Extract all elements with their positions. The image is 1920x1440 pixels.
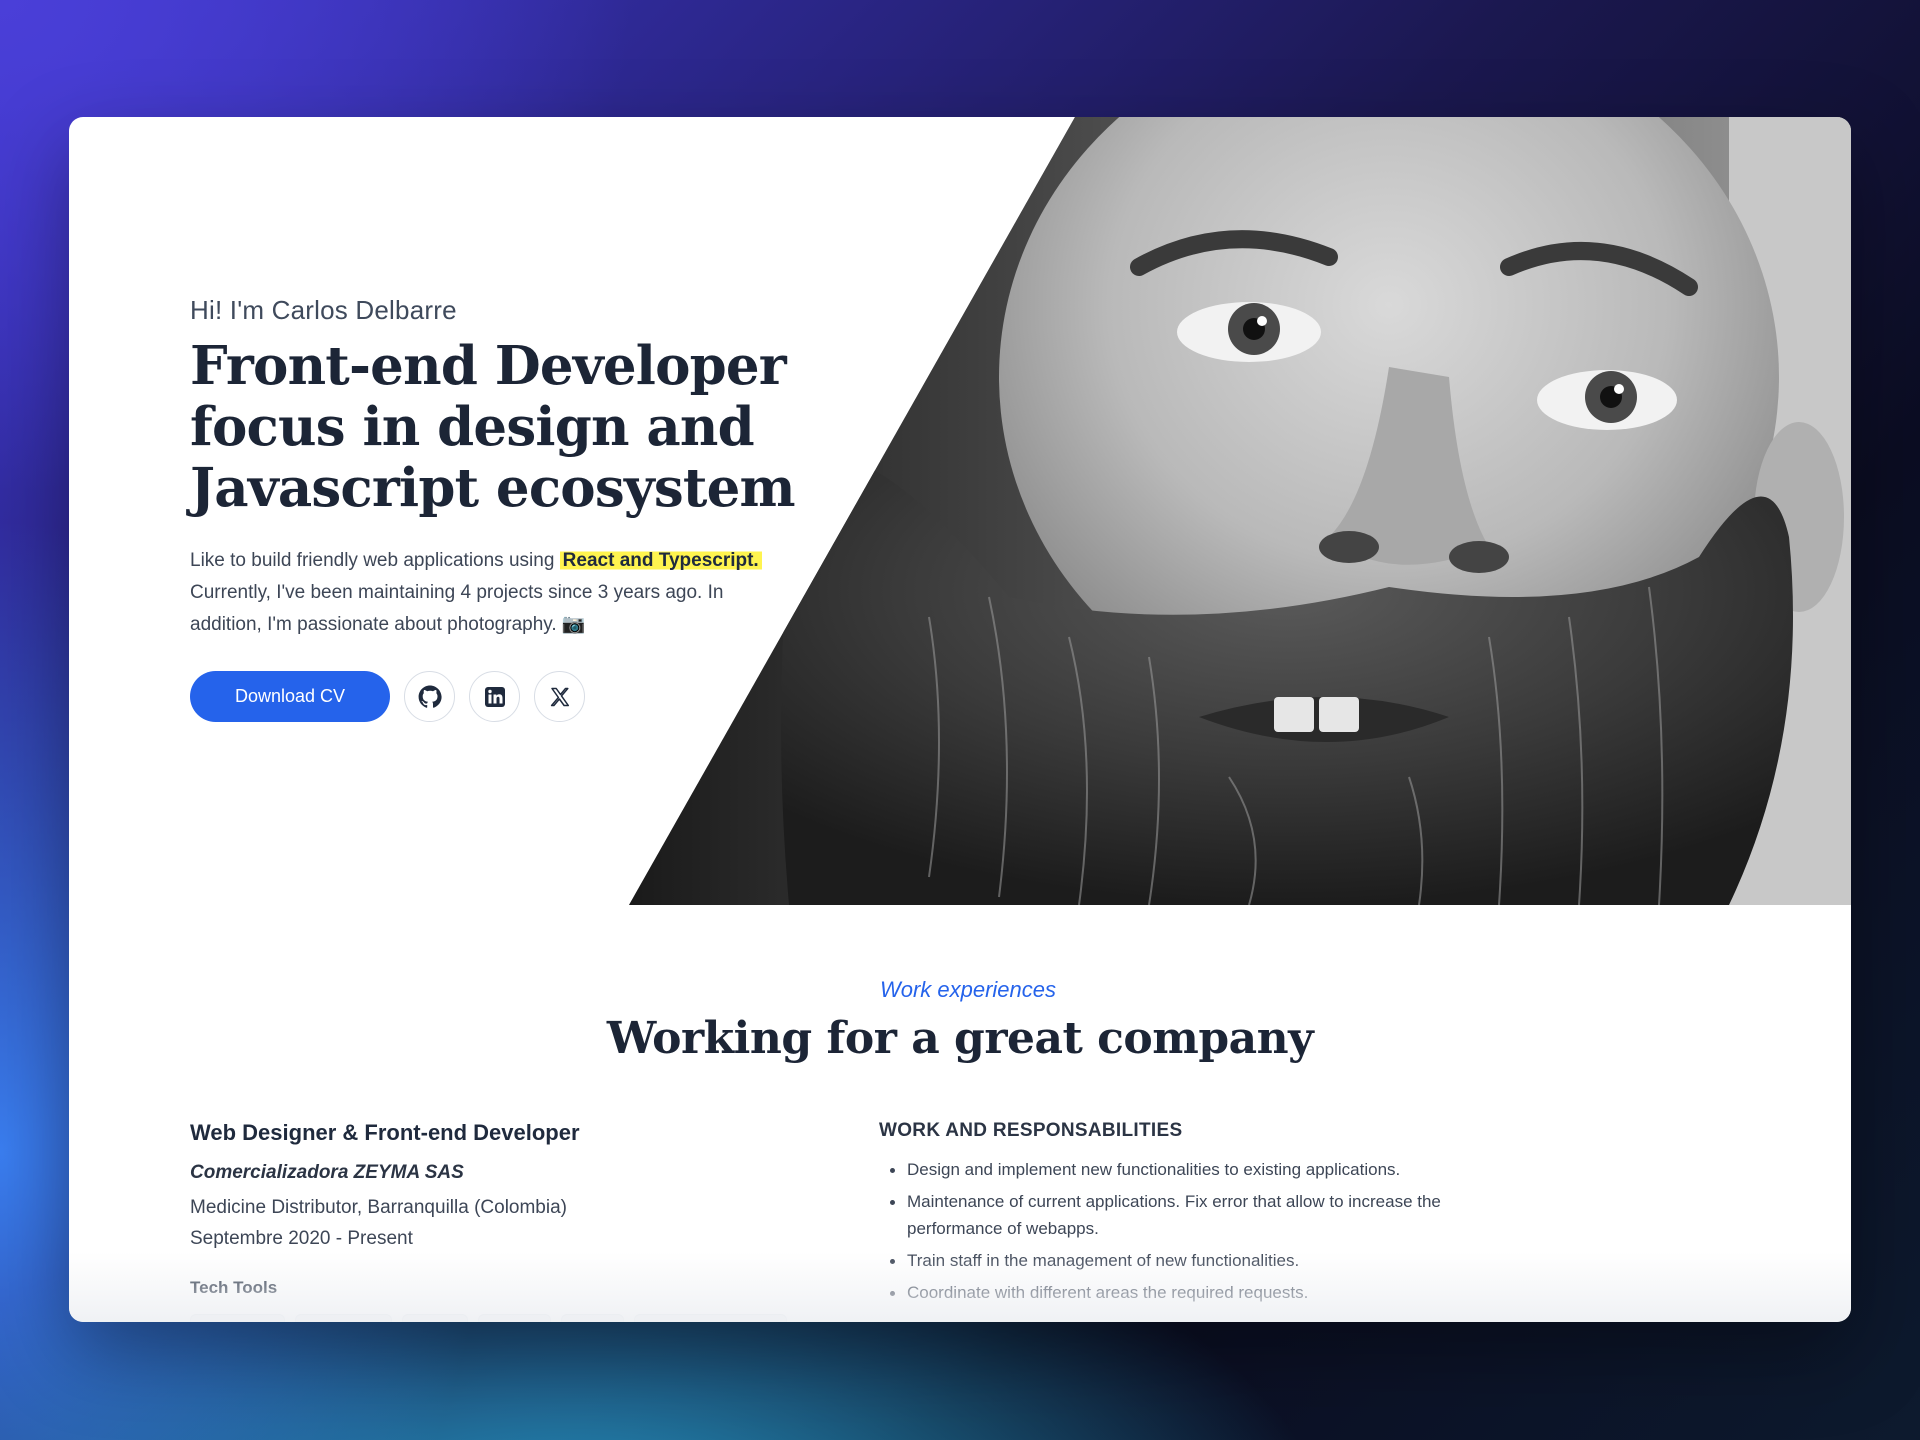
browser-window: Hi! I'm Carlos Delbarre Front-end Develo… (69, 117, 1851, 1322)
linkedin-icon (484, 686, 505, 707)
hero-bio: Like to build friendly web applications … (190, 545, 790, 641)
section-title: Working for a great company (69, 1013, 1851, 1064)
tech-tools-title: Tech Tools (190, 1278, 278, 1297)
tech-tag: TypeScript (295, 1314, 392, 1322)
responsibilities: WORK AND RESPONSABILITIES Design and imp… (879, 1120, 1519, 1311)
section-title-bold: Working (606, 1013, 812, 1064)
tech-tag: React (401, 1314, 469, 1322)
work-section-header: Work experiences Working for a great com… (69, 977, 1851, 1064)
list-item: Train staff in the management of new fun… (879, 1247, 1519, 1274)
tech-tools-list: JavaScript TypeScript React Next.js Node… (190, 1314, 790, 1322)
hero-headline: Front-end Developer focus in design and … (190, 336, 830, 519)
bio-highlight: React and Typescript. (559, 550, 762, 571)
bio-text: Like to build friendly web applications … (190, 550, 560, 571)
responsibilities-title: WORK AND RESPONSABILITIES (879, 1120, 1183, 1141)
hero-actions: Download CV (190, 671, 830, 722)
headline-line: Javascript ecosystem (190, 457, 796, 519)
github-button[interactable] (404, 671, 455, 722)
tech-tag: Next.js (478, 1314, 551, 1322)
x-icon (550, 687, 569, 706)
greeting: Hi! I'm Carlos Delbarre (190, 295, 457, 325)
job-title: Web Designer & Front-end Developer (190, 1120, 580, 1145)
company-description: Medicine Distributor, Barranquilla (Colo… (190, 1197, 567, 1218)
headline-line: Front-end Developer (190, 335, 787, 397)
hero-intro: Hi! I'm Carlos Delbarre Front-end Develo… (190, 295, 830, 722)
x-button[interactable] (534, 671, 585, 722)
headline-line: focus in design and (190, 396, 755, 458)
section-eyebrow: Work experiences (879, 977, 1057, 1002)
section-title-rest: for a great company (811, 1013, 1314, 1064)
tech-tag: Styled Components (634, 1314, 787, 1322)
tech-tag: Node (560, 1314, 625, 1322)
list-item: Design and implement new functionalities… (879, 1156, 1519, 1183)
download-cv-button[interactable]: Download CV (190, 671, 390, 722)
bio-text-continued: Currently, I've been maintaining 4 proje… (190, 582, 724, 635)
responsibilities-list: Design and implement new functionalities… (879, 1156, 1519, 1306)
linkedin-button[interactable] (469, 671, 520, 722)
job-period: Septembre 2020 - Present (190, 1228, 413, 1249)
github-icon (418, 685, 442, 708)
tech-tag: JavaScript (190, 1314, 286, 1322)
company-name: Comercializadora ZEYMA SAS (190, 1162, 464, 1183)
job-card: Web Designer & Front-end Developer Comer… (190, 1120, 790, 1322)
list-item: Coordinate with different areas the requ… (879, 1279, 1519, 1306)
list-item: Maintenance of current applications. Fix… (879, 1188, 1519, 1242)
